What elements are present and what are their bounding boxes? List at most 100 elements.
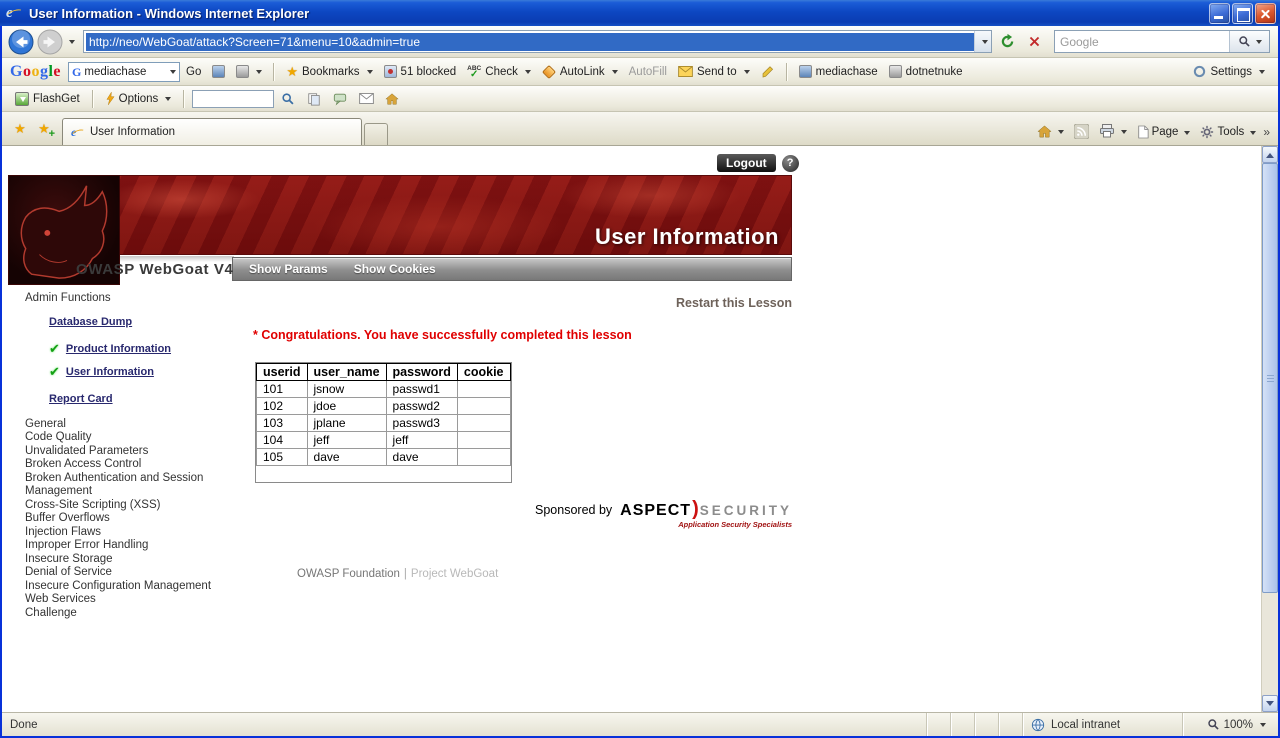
sidebar-category-web-services[interactable]: Web Services	[25, 593, 237, 607]
cell-user-name: jeff	[307, 432, 386, 449]
sidebar-category-xss[interactable]: Cross-Site Scripting (XSS)	[25, 499, 237, 513]
sidebar-category-buffer-overflows[interactable]: Buffer Overflows	[25, 512, 237, 526]
cell-password: dave	[386, 449, 457, 466]
caret-down-icon	[744, 70, 750, 77]
favorites-center-button[interactable]: ★	[8, 117, 32, 141]
scrollbar-thumb[interactable]	[1262, 163, 1278, 593]
address-dropdown-button[interactable]	[974, 31, 991, 52]
cell-cookie	[457, 449, 510, 466]
tab-user-information[interactable]: e User Information	[62, 118, 362, 145]
dotnetnuke-custom-button[interactable]: dotnetnuke	[884, 63, 968, 80]
sidebar-link-database-dump[interactable]: Database Dump	[49, 316, 132, 328]
tools-menu-button[interactable]: Tools	[1195, 122, 1261, 142]
check-label: Check	[485, 66, 518, 78]
ie-e-glyph: e	[6, 5, 13, 21]
close-button[interactable]	[1255, 3, 1276, 24]
sidebar-category-general[interactable]: General	[25, 418, 237, 432]
pages-view-button[interactable]	[302, 87, 326, 111]
autolink-label: AutoLink	[560, 66, 605, 78]
flashget-home-button[interactable]	[380, 87, 404, 111]
toolbar-separator	[786, 63, 788, 81]
send-to-button[interactable]: Send to	[673, 64, 755, 80]
bookmarks-star-icon: ★	[286, 64, 298, 80]
settings-button[interactable]: Settings	[1188, 63, 1270, 80]
feeds-button[interactable]	[1069, 121, 1094, 142]
toolbar-overflow-button[interactable]: »	[1261, 125, 1272, 142]
aspect-security-logo[interactable]: ASPECT ) SECURITY Application Security S…	[620, 498, 792, 529]
add-favorite-button[interactable]: ★ +	[32, 117, 56, 141]
options-button[interactable]: Options	[101, 90, 177, 107]
image-search-button[interactable]	[207, 63, 230, 80]
search-box[interactable]	[1054, 30, 1270, 53]
back-button[interactable]	[8, 29, 34, 55]
sidebar-category-insecure-configuration[interactable]: Insecure Configuration Management	[25, 580, 237, 594]
show-params-button[interactable]: Show Params	[249, 262, 328, 276]
google-search-combo[interactable]: G mediachase	[68, 62, 180, 82]
sidebar-category-injection-flaws[interactable]: Injection Flaws	[25, 526, 237, 540]
sidebar-category-admin-functions[interactable]: Admin Functions	[25, 292, 237, 306]
status-pane	[974, 713, 998, 736]
autolink-button[interactable]: AutoLink	[537, 64, 623, 80]
history-dropdown-button[interactable]	[69, 40, 75, 47]
search-button[interactable]	[1229, 31, 1269, 52]
forward-button[interactable]	[37, 29, 63, 55]
sidebar-category-challenge[interactable]: Challenge	[25, 607, 237, 621]
maximize-button[interactable]	[1232, 3, 1253, 24]
sidebar-link-product-information[interactable]: Product Information	[66, 343, 171, 355]
home-button[interactable]	[1032, 121, 1069, 142]
sidebar-category-unvalidated-parameters[interactable]: Unvalidated Parameters	[25, 445, 237, 459]
bookmarks-button[interactable]: ★ Bookmarks	[281, 62, 377, 82]
page-menu-button[interactable]: Page	[1132, 122, 1196, 142]
flashget-search-input[interactable]	[192, 90, 274, 108]
lesson-banner: User Information	[8, 175, 792, 255]
scroll-up-button[interactable]	[1262, 146, 1278, 163]
sidebar-category-insecure-storage[interactable]: Insecure Storage	[25, 553, 237, 567]
zoom-control[interactable]: 100%	[1182, 713, 1278, 736]
chat-button[interactable]	[328, 87, 352, 111]
webgoat-brand: OWASP WebGoat V4	[76, 261, 233, 278]
print-button[interactable]	[1094, 120, 1132, 142]
home-icon	[385, 92, 399, 106]
address-bar-field[interactable]: http://neo/WebGoat/attack?Screen=71&menu…	[83, 30, 992, 53]
google-search-value[interactable]: mediachase	[84, 66, 164, 78]
autofill-button[interactable]: AutoFill	[624, 64, 672, 80]
sidebar-category-broken-authentication[interactable]: Broken Authentication and Session Manage…	[25, 472, 237, 499]
popup-blocker-button[interactable]: 51 blocked	[379, 63, 462, 80]
arrow-down-icon	[1266, 701, 1274, 710]
stop-button[interactable]	[1022, 30, 1046, 54]
rss-feed-icon	[1074, 124, 1089, 139]
flashget-button[interactable]: FlashGet	[10, 90, 85, 108]
restart-lesson-link[interactable]: Restart this Lesson	[253, 296, 792, 310]
spellcheck-button[interactable]: ABC✓ Check	[462, 64, 536, 80]
new-tab-button[interactable]	[364, 123, 388, 145]
cell-password: jeff	[386, 432, 457, 449]
logout-button[interactable]: Logout	[717, 154, 776, 172]
caret-down-icon	[367, 70, 373, 77]
flashget-search-button[interactable]	[276, 87, 300, 111]
vertical-scrollbar[interactable]	[1261, 146, 1278, 712]
refresh-button[interactable]	[995, 30, 1019, 54]
sidebar-category-improper-error-handling[interactable]: Improper Error Handling	[25, 539, 237, 553]
help-button[interactable]: ?	[782, 155, 799, 172]
mail-button[interactable]	[354, 87, 378, 111]
browser-window: e User Information - Windows Internet Ex…	[0, 0, 1280, 738]
news-search-button[interactable]	[231, 63, 267, 80]
go-button[interactable]: Go	[181, 64, 206, 80]
cell-user-name: jsnow	[307, 381, 386, 398]
address-input[interactable]: http://neo/WebGoat/attack?Screen=71&menu…	[86, 33, 974, 51]
sidebar-link-user-information[interactable]: User Information	[66, 366, 154, 378]
minimize-button[interactable]	[1209, 3, 1230, 24]
scroll-down-button[interactable]	[1262, 695, 1278, 712]
show-cookies-button[interactable]: Show Cookies	[354, 262, 436, 276]
mediachase-custom-button[interactable]: mediachase	[794, 63, 883, 80]
sidebar-category-broken-access-control[interactable]: Broken Access Control	[25, 458, 237, 472]
sidebar-link-report-card[interactable]: Report Card	[49, 393, 113, 405]
owasp-foundation-link[interactable]: OWASP Foundation	[297, 568, 400, 580]
status-pane	[926, 713, 950, 736]
search-input[interactable]	[1055, 31, 1229, 52]
title-bar[interactable]: e User Information - Windows Internet Ex…	[0, 0, 1280, 26]
sidebar-category-code-quality[interactable]: Code Quality	[25, 431, 237, 445]
project-webgoat-link[interactable]: Project WebGoat	[411, 568, 498, 580]
sidebar-category-denial-of-service[interactable]: Denial of Service	[25, 566, 237, 580]
highlighter-button[interactable]	[756, 63, 780, 81]
